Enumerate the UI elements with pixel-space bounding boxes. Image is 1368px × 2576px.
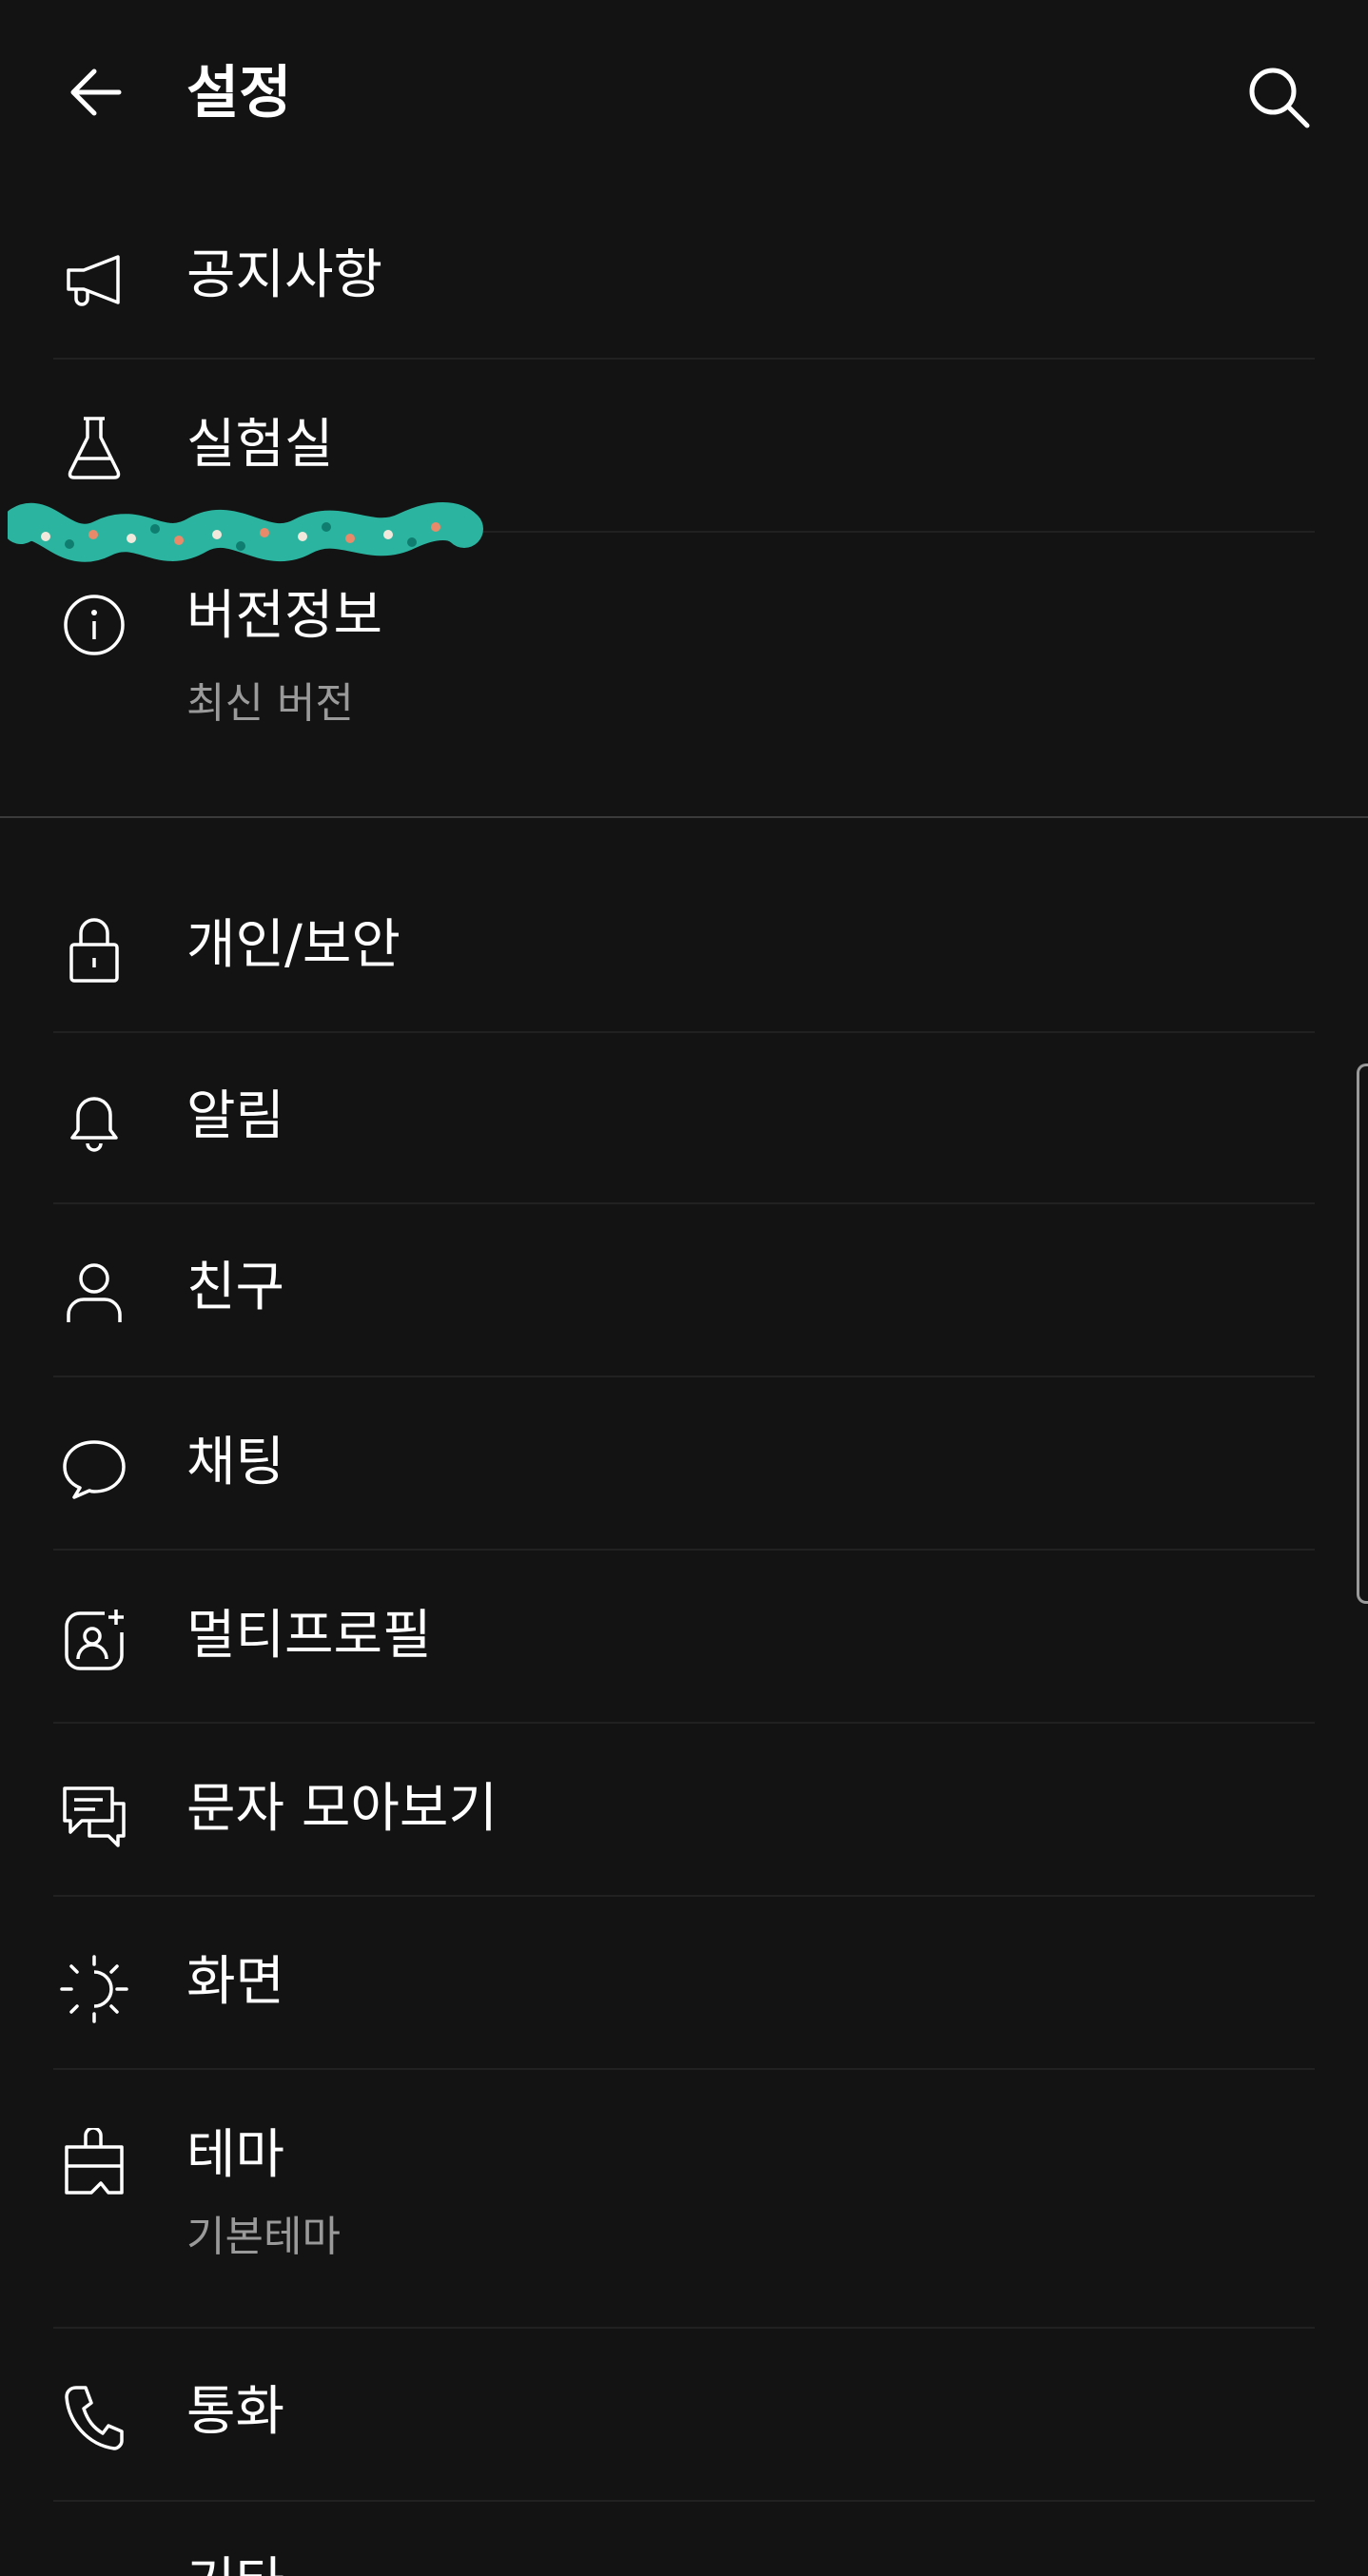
settings-item-theme[interactable]: 테마 기본테마: [0, 2089, 1368, 2327]
divider: [53, 358, 1315, 360]
settings-screen: 설정 공지사항 실험실 버전정보 최신 버전 개인/보안 알림 친구 채팅 멀티…: [0, 0, 1368, 2576]
info-icon: [53, 584, 135, 666]
settings-item-notice[interactable]: 공지사항: [0, 207, 1368, 360]
settings-item-label: 친구: [186, 1257, 285, 1318]
phone-icon: [53, 2376, 135, 2458]
flask-icon: [53, 407, 135, 489]
arrow-left-icon: [70, 68, 122, 116]
version-status: 최신 버전: [186, 679, 354, 728]
lock-icon: [53, 909, 135, 991]
theme-brush-icon: [53, 2121, 135, 2203]
settings-item-call[interactable]: 통화: [0, 2348, 1368, 2500]
divider: [53, 2327, 1315, 2329]
chat-bubble-icon: [53, 1429, 135, 1511]
app-bar: 설정: [0, 0, 1368, 190]
divider: [53, 1376, 1315, 1377]
settings-item-etc[interactable]: 기타: [0, 2521, 1368, 2576]
back-button[interactable]: [53, 49, 139, 135]
settings-item-label: 화면: [186, 1951, 285, 2013]
settings-item-label: 채팅: [186, 1432, 285, 1493]
settings-item-messages[interactable]: 문자 모아보기: [0, 1743, 1368, 1895]
settings-item-multi-profile[interactable]: 멀티프로필: [0, 1570, 1368, 1722]
settings-item-chat[interactable]: 채팅: [0, 1396, 1368, 1549]
settings-item-friends[interactable]: 친구: [0, 1223, 1368, 1376]
settings-item-notifications[interactable]: 알림: [0, 1050, 1368, 1202]
settings-item-label: 기타: [186, 2549, 284, 2576]
search-icon: [1249, 68, 1310, 128]
divider: [53, 1722, 1315, 1724]
person-icon: [53, 1252, 135, 1334]
redaction-scribble: [8, 502, 483, 562]
settings-item-label: 버전정보: [186, 585, 383, 647]
search-button[interactable]: [1237, 55, 1322, 141]
divider: [53, 2068, 1315, 2070]
settings-item-display[interactable]: 화면: [0, 1916, 1368, 2068]
settings-item-label: 공지사항: [186, 244, 383, 306]
settings-item-label: 통화: [186, 2381, 285, 2443]
messages-icon: [53, 1775, 135, 1857]
section-divider: [0, 816, 1368, 818]
settings-item-privacy-security[interactable]: 개인/보안: [0, 877, 1368, 1029]
settings-item-label: 개인/보안: [186, 914, 401, 976]
divider: [53, 1895, 1315, 1897]
divider: [53, 1549, 1315, 1551]
theme-current: 기본테마: [186, 2213, 341, 2261]
megaphone-icon: [53, 240, 135, 322]
page-title: 설정: [186, 60, 292, 127]
settings-item-label: 알림: [186, 1085, 285, 1147]
divider: [53, 1202, 1315, 1204]
settings-item-label: 멀티프로필: [186, 1605, 432, 1667]
settings-item-label: 테마: [186, 2124, 285, 2186]
scrollbar[interactable]: [1357, 1064, 1368, 1604]
brightness-icon: [53, 1948, 135, 2030]
divider: [53, 2500, 1315, 2502]
settings-item-version[interactable]: 버전정보 최신 버전: [0, 552, 1368, 809]
settings-item-label: 실험실: [186, 414, 334, 476]
multi-profile-icon: [53, 1600, 135, 1682]
divider: [53, 1031, 1315, 1033]
bell-icon: [53, 1081, 135, 1162]
settings-item-label: 문자 모아보기: [186, 1778, 498, 1840]
